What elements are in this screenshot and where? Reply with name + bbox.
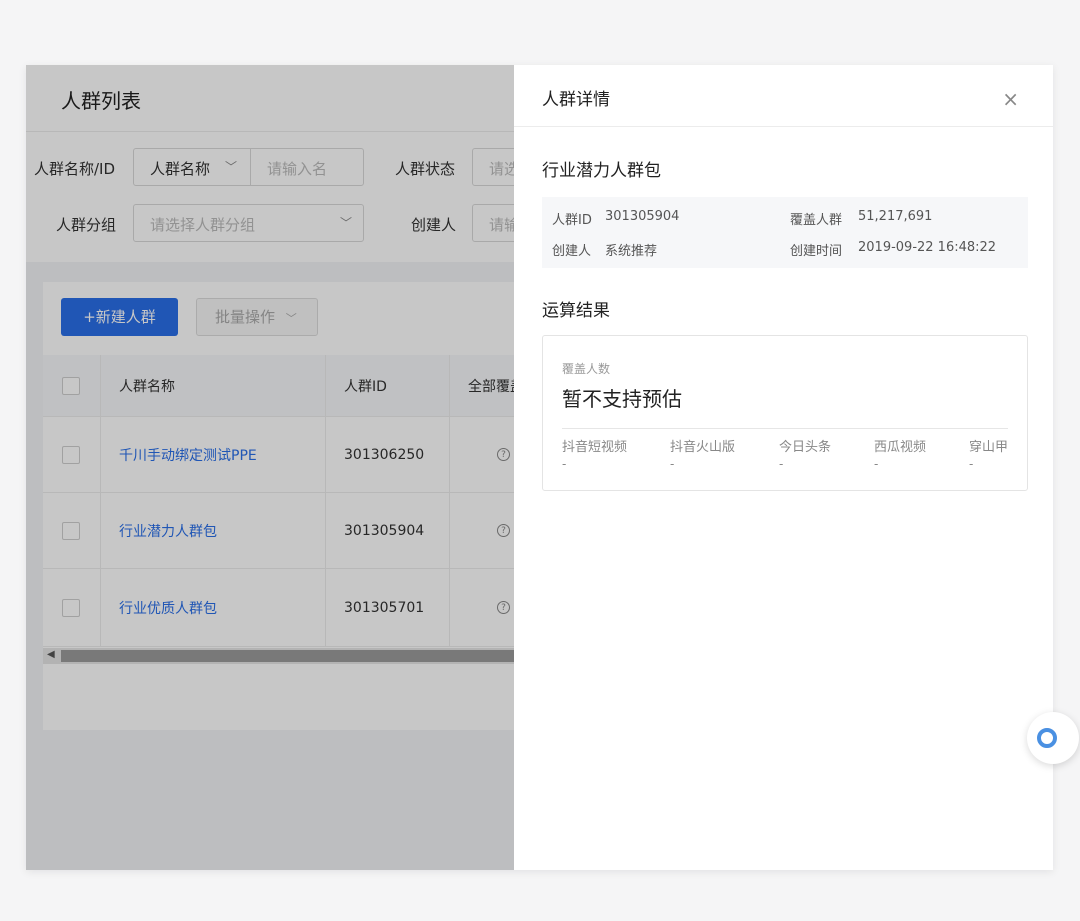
created-time-label: 创建时间 bbox=[790, 244, 843, 259]
created-time-value: 2019-09-22 16:48:22 bbox=[858, 240, 997, 255]
creator-label: 创建人 bbox=[552, 244, 592, 259]
coverage-value: 51,217,691 bbox=[858, 209, 933, 224]
detail-drawer: 人群详情 × 行业潜力人群包 人群ID 301305904 覆盖人群 51,21… bbox=[514, 65, 1053, 870]
coverage-count-label: 覆盖人数 bbox=[562, 362, 611, 376]
coverage-label: 覆盖人群 bbox=[790, 213, 843, 228]
platform-name: 抖音火山版 bbox=[670, 440, 736, 455]
headset-icon bbox=[1037, 728, 1057, 748]
platform-stat: 今日头条 - bbox=[779, 436, 831, 471]
modal-mask[interactable] bbox=[26, 65, 514, 870]
drawer-title: 人群详情 bbox=[542, 90, 610, 110]
platform-stat: 穿山甲 - bbox=[969, 436, 1008, 471]
platform-value: - bbox=[874, 457, 879, 471]
creator-value: 系统推荐 bbox=[605, 244, 658, 259]
result-heading: 运算结果 bbox=[542, 301, 610, 321]
platform-value: - bbox=[670, 457, 675, 471]
coverage-count-value: 暂不支持预估 bbox=[562, 387, 682, 411]
platform-name: 穿山甲 bbox=[969, 440, 1009, 455]
audience-info-box: 人群ID 301305904 覆盖人群 51,217,691 创建人 系统推荐 … bbox=[542, 197, 1028, 268]
platform-value: - bbox=[562, 457, 567, 471]
platform-name: 抖音短视频 bbox=[562, 440, 628, 455]
app-window: 人群列表 人群名称/ID 人群名称 ﹀ 请输入名 人群状态 请选 人群分组 请选… bbox=[26, 65, 1053, 870]
result-card: 覆盖人数 暂不支持预估 抖音短视频 - 抖音火山版 - 今日头条 - 西瓜视频 … bbox=[542, 335, 1028, 491]
result-divider bbox=[562, 428, 1008, 429]
id-label: 人群ID bbox=[552, 213, 592, 228]
platform-value: - bbox=[969, 457, 974, 471]
drawer-header: 人群详情 × bbox=[514, 65, 1053, 127]
platform-stat: 西瓜视频 - bbox=[874, 436, 926, 471]
close-icon[interactable]: × bbox=[1002, 89, 1019, 109]
id-value: 301305904 bbox=[605, 209, 680, 224]
platform-stat: 抖音短视频 - bbox=[562, 436, 627, 471]
platform-stat: 抖音火山版 - bbox=[670, 436, 735, 471]
platform-name: 今日头条 bbox=[779, 440, 832, 455]
platform-name: 西瓜视频 bbox=[874, 440, 927, 455]
platform-value: - bbox=[779, 457, 784, 471]
audience-name-heading: 行业潜力人群包 bbox=[542, 161, 661, 181]
customer-service-button[interactable] bbox=[1027, 712, 1079, 764]
